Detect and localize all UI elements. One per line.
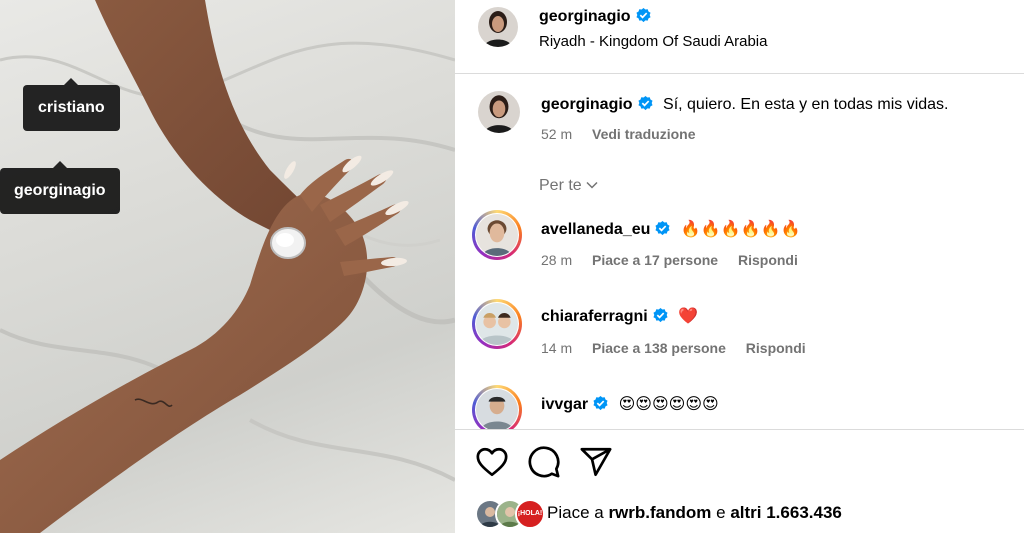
caption-username[interactable]: georginagio [541, 96, 633, 113]
comment-text: 😍😍😍😍😍😍 [618, 394, 719, 413]
comment-line: avellaneda_eu 🔥🔥🔥🔥🔥🔥 [541, 219, 800, 239]
comment-icon[interactable] [527, 445, 561, 479]
user-tag-georginagio[interactable]: georginagio [0, 161, 120, 214]
likes-count[interactable]: altri 1.663.436 [730, 503, 842, 522]
comment-username[interactable]: avellaneda_eu [541, 221, 650, 238]
post-header: georginagio Riyadh - Kingdom Of Saudi Ar… [455, 0, 1024, 74]
caption-avatar[interactable] [478, 91, 520, 133]
comment-line: ivvgar 😍😍😍😍😍😍 [541, 394, 719, 414]
caption-time[interactable]: 52 m [541, 126, 572, 142]
comment-filter[interactable]: Per te [539, 177, 598, 195]
verified-badge-icon [593, 396, 608, 411]
verified-badge-icon [638, 96, 653, 111]
likes-summary[interactable]: ¡HOLA! Piace a rwrb.fandom e altri 1.663… [475, 498, 1015, 529]
comment-text: ❤️ [678, 306, 699, 325]
comment-filter-label: Per te [539, 177, 582, 194]
post-sidebar: georginagio Riyadh - Kingdom Of Saudi Ar… [455, 0, 1024, 533]
comment-likes[interactable]: Piace a 17 persone [592, 252, 718, 268]
author-avatar[interactable] [478, 7, 518, 47]
comment-avatar[interactable] [476, 303, 518, 345]
likes-text: Piace a rwrb.fandom e altri 1.663.436 [547, 503, 842, 522]
comment-meta: 28 m Piace a 17 persone Rispondi [541, 252, 814, 268]
comment-likes[interactable]: Piace a 138 persone [592, 340, 726, 356]
reply-button[interactable]: Rispondi [738, 252, 798, 268]
comment-meta: 14 m Piace a 138 persone Rispondi [541, 340, 822, 356]
comment-username[interactable]: ivvgar [541, 396, 588, 413]
verified-badge-icon [636, 8, 651, 23]
verified-badge-icon [655, 221, 670, 236]
share-icon[interactable] [579, 445, 613, 479]
comment-username[interactable]: chiaraferragni [541, 308, 648, 325]
comment-text: 🔥🔥🔥🔥🔥🔥 [680, 219, 801, 238]
comments-list: georginagio Sí, quiero. En esta y en tod… [455, 74, 1024, 429]
translate-button[interactable]: Vedi traduzione [592, 126, 695, 142]
post-photo[interactable]: cristiano georginagio [0, 0, 455, 533]
user-tag-cristiano[interactable]: cristiano [23, 78, 120, 131]
author-username[interactable]: georginagio [539, 8, 651, 26]
heart-icon[interactable] [475, 445, 509, 479]
comment-time[interactable]: 28 m [541, 252, 572, 268]
comment-time[interactable]: 14 m [541, 340, 572, 356]
reply-button[interactable]: Rispondi [746, 340, 806, 356]
post-location[interactable]: Riyadh - Kingdom Of Saudi Arabia [539, 33, 767, 50]
comment-avatar[interactable] [476, 389, 518, 429]
comment-line: chiaraferragni ❤️ [541, 306, 698, 326]
comment-avatar[interactable] [476, 214, 518, 256]
caption-meta: 52 m Vedi traduzione [541, 126, 711, 142]
verified-badge-icon [653, 308, 668, 323]
caption-line: georginagio Sí, quiero. En esta y en tod… [541, 96, 949, 114]
caption-text: Sí, quiero. En esta y en todas mis vidas… [663, 96, 949, 113]
hola-badge: ¡HOLA! [515, 499, 545, 529]
liker-username[interactable]: rwrb.fandom [608, 503, 711, 522]
actions-divider [455, 429, 1024, 430]
chevron-down-icon [586, 181, 598, 189]
